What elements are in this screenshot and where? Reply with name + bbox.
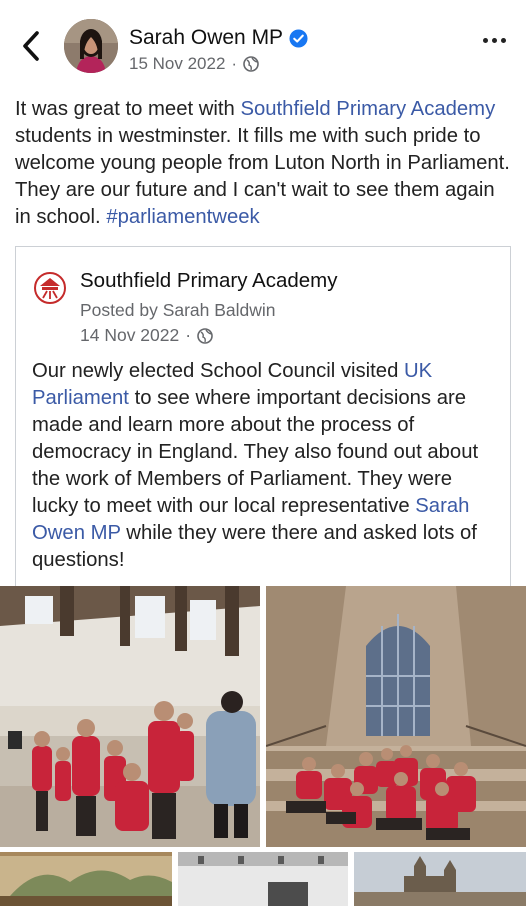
globe-icon (197, 327, 213, 344)
photo-students-on-steps[interactable] (266, 586, 526, 847)
photo-mural[interactable] (0, 852, 172, 906)
photo-image (0, 852, 172, 906)
shared-date[interactable]: 14 Nov 2022 (80, 325, 179, 346)
avatar-image (64, 19, 118, 73)
post-text-1: It was great to meet with (15, 98, 241, 120)
shared-posted-by[interactable]: Posted by Sarah Baldwin (80, 300, 276, 321)
photo-image (0, 586, 260, 847)
shared-body: Our newly elected School Council visited… (32, 358, 502, 574)
verified-badge-icon (289, 28, 308, 48)
hashtag-link[interactable]: #parliamentweek (106, 206, 259, 228)
shared-text-1: Our newly elected School Council visited (32, 360, 405, 382)
photo-westminster-hall-students[interactable] (0, 586, 260, 847)
photo-image (266, 586, 526, 847)
school-crest-icon (34, 272, 66, 304)
southfield-link[interactable]: Southfield Primary Academy (240, 98, 495, 120)
post-meta: 15 Nov 2022 · (129, 54, 259, 74)
globe-icon (243, 56, 259, 72)
photo-grid (0, 586, 526, 906)
photo-image (178, 852, 348, 906)
more-options-button[interactable] (483, 38, 506, 43)
post-text-2: students in westminster. It fills me wit… (15, 125, 510, 228)
author-name-row[interactable]: Sarah Owen MP (129, 26, 308, 50)
post-body: It was great to meet with Southfield Pri… (15, 96, 515, 231)
photo-image (354, 852, 526, 906)
post-date[interactable]: 15 Nov 2022 (129, 54, 225, 74)
photo-parliament-exterior[interactable] (354, 852, 526, 906)
author-name[interactable]: Sarah Owen MP (129, 26, 283, 50)
author-avatar[interactable] (64, 19, 118, 73)
post-header: Sarah Owen MP 15 Nov 2022 · (0, 0, 526, 86)
shared-page-title[interactable]: Southfield Primary Academy (80, 269, 338, 293)
shared-post-card[interactable]: Southfield Primary Academy Posted by Sar… (15, 246, 511, 597)
back-button[interactable] (18, 28, 44, 64)
chevron-left-icon (23, 31, 39, 61)
shared-meta-separator: · (185, 325, 192, 345)
more-horizontal-icon (483, 38, 488, 43)
school-logo[interactable] (34, 272, 66, 304)
meta-separator: · (231, 54, 238, 73)
photo-visitor-centre[interactable] (178, 852, 348, 906)
shared-meta: 14 Nov 2022 · (80, 325, 213, 346)
